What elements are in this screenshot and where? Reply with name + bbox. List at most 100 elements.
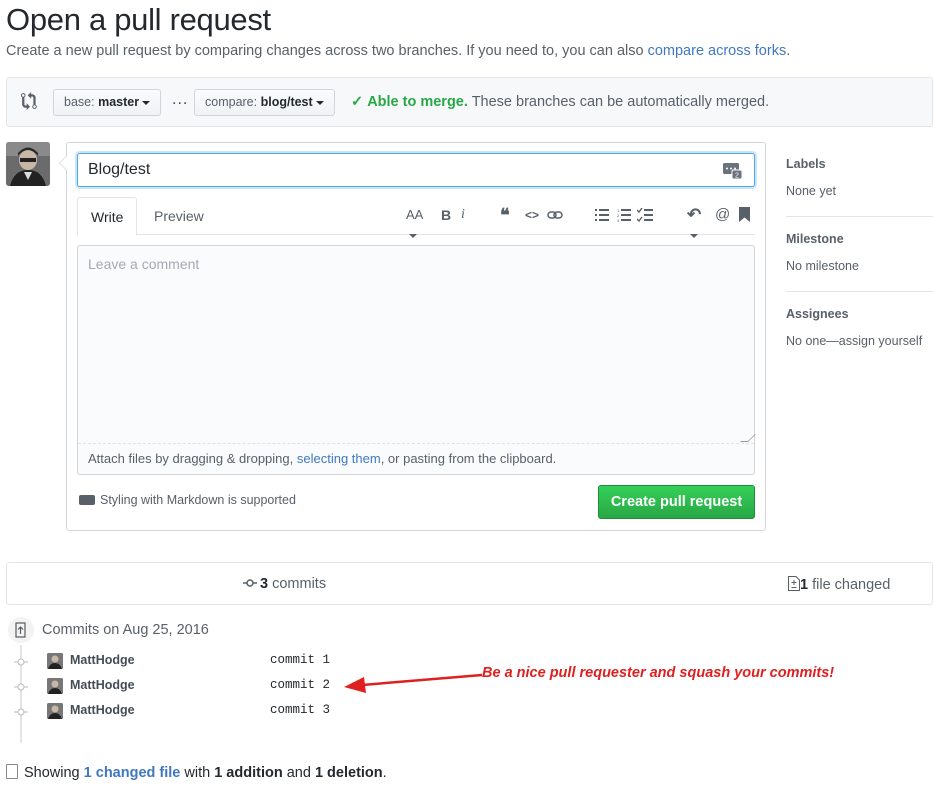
- svg-text:3: 3: [617, 218, 620, 222]
- chevron-down-icon: [409, 233, 417, 238]
- compare-prefix: compare:: [205, 95, 258, 109]
- compare-arrows-icon: [21, 92, 37, 110]
- avatar: [6, 142, 50, 186]
- commits-tab[interactable]: 3 commits: [243, 576, 326, 592]
- chevron-down-icon: [142, 100, 151, 105]
- chevron-down-icon: [315, 100, 324, 105]
- file-diff-icon: [788, 576, 800, 591]
- unordered-list-icon[interactable]: [595, 208, 609, 222]
- sidebar-labels[interactable]: Labels None yet: [786, 142, 933, 217]
- markdown-icon: [79, 494, 95, 505]
- additions-count: 1 addition: [214, 765, 283, 781]
- check-icon: ✓: [351, 94, 364, 110]
- attach-prefix: Attach files by dragging & dropping,: [88, 451, 294, 466]
- quote-icon[interactable]: ❝: [500, 205, 510, 225]
- base-branch-select[interactable]: base: master: [53, 89, 162, 116]
- merge-status-ok: Able to merge.: [367, 94, 468, 110]
- commit-author[interactable]: MattHodge: [70, 653, 135, 667]
- sidebar-milestone[interactable]: Milestone No milestone: [786, 217, 933, 292]
- comment-textarea[interactable]: [78, 246, 754, 443]
- code-icon[interactable]: <>: [525, 205, 539, 225]
- files-changed-tab[interactable]: 1 file changed: [788, 576, 890, 593]
- files-count: 1: [800, 577, 809, 593]
- bold-icon[interactable]: B: [441, 205, 451, 225]
- markdown-note-text: Styling with Markdown is supported: [100, 493, 296, 507]
- file-drop-zone[interactable]: Attach files by dragging & dropping, sel…: [78, 443, 754, 474]
- avatar: [47, 703, 63, 719]
- commit-icon: [243, 579, 257, 587]
- compare-across-forks-link[interactable]: compare across forks: [648, 43, 787, 59]
- base-branch-name: master: [98, 95, 140, 109]
- mention-icon[interactable]: @: [715, 205, 730, 225]
- text-size-icon[interactable]: AA: [406, 205, 423, 245]
- italic-icon[interactable]: i: [461, 205, 465, 225]
- subtitle-end: .: [786, 43, 791, 59]
- comment-box: Attach files by dragging & dropping, sel…: [77, 245, 756, 475]
- svg-text:2: 2: [735, 173, 739, 180]
- annotation-text: Be a nice pull requester and squash your…: [482, 665, 835, 681]
- subtitle-text: Create a new pull request by comparing c…: [6, 43, 644, 59]
- range-dots: ...: [172, 91, 189, 108]
- tab-preview[interactable]: Preview: [141, 197, 217, 235]
- commit-row[interactable]: MattHodge commit 3: [14, 702, 354, 722]
- bookmark-icon[interactable]: [739, 207, 750, 222]
- showing-prefix: Showing: [24, 765, 80, 781]
- milestone-value: No milestone: [786, 259, 859, 273]
- commit-icon: [14, 658, 28, 666]
- annotation-arrow-icon: [344, 673, 483, 693]
- reply-icon[interactable]: ↶: [687, 205, 701, 245]
- user-photo-icon: [47, 653, 63, 669]
- commit-message[interactable]: commit 3: [270, 703, 330, 717]
- user-photo-icon: [47, 703, 63, 719]
- select-files-link[interactable]: selecting them: [297, 451, 381, 466]
- commits-group-icon: [8, 617, 34, 643]
- showing-and: and: [286, 765, 311, 781]
- commit-icon: [14, 683, 28, 691]
- ordered-list-icon[interactable]: 1 2 3: [617, 208, 631, 222]
- commits-date: Commits on Aug 25, 2016: [42, 622, 209, 638]
- assignees-heading: Assignees: [786, 307, 849, 321]
- pull-request-form: 2 Write Preview AA B i ❝ <> 1 2 3: [59, 142, 766, 531]
- avatar: [47, 653, 63, 669]
- commit-message[interactable]: commit 1: [270, 653, 330, 667]
- page-subtitle: Create a new pull request by comparing c…: [6, 43, 790, 59]
- commits-count: 3: [260, 576, 269, 592]
- compare-branch-name: blog/test: [260, 95, 313, 109]
- base-prefix: base:: [64, 95, 95, 109]
- page-title: Open a pull request: [6, 2, 271, 37]
- assignees-value: No one—assign yourself: [786, 334, 923, 348]
- avatar: [47, 678, 63, 694]
- attach-suffix: , or pasting from the clipboard.: [380, 451, 557, 466]
- diff-summary: Showing 1 changed file with 1 addition a…: [6, 764, 387, 781]
- markdown-note[interactable]: Styling with Markdown is supported: [79, 493, 296, 507]
- reply-glyph: ↶: [687, 205, 702, 224]
- merge-status-detail: These branches can be automatically merg…: [471, 94, 770, 110]
- file-icon: [6, 764, 18, 779]
- labels-heading: Labels: [786, 157, 826, 171]
- text-size-glyph: AA: [406, 207, 424, 222]
- commit-message[interactable]: commit 2: [270, 678, 330, 692]
- chevron-down-icon: [690, 233, 698, 238]
- deletions-count: 1 deletion: [314, 765, 383, 781]
- branch-range-bar: base: master ... compare: blog/test ✓ Ab…: [6, 77, 933, 127]
- create-pull-request-button[interactable]: Create pull request: [598, 485, 755, 519]
- showing-mid: with: [184, 765, 211, 781]
- milestone-heading: Milestone: [786, 232, 844, 246]
- link-icon[interactable]: [547, 208, 563, 222]
- commit-author[interactable]: MattHodge: [70, 678, 135, 692]
- sidebar-assignees[interactable]: Assignees No one—assign yourself: [786, 292, 933, 367]
- user-photo-icon: [6, 142, 50, 186]
- saved-replies-icon: 2: [723, 163, 743, 180]
- showing-end: .: [382, 765, 387, 781]
- changed-files-link[interactable]: 1 changed file: [84, 765, 181, 781]
- tab-write[interactable]: Write: [77, 197, 138, 236]
- commit-author[interactable]: MattHodge: [70, 703, 135, 717]
- commit-row[interactable]: MattHodge commit 1: [14, 652, 354, 672]
- pr-title-input[interactable]: [77, 153, 755, 187]
- commit-row[interactable]: MattHodge commit 2: [14, 677, 354, 697]
- files-label: file changed: [812, 577, 891, 593]
- user-photo-icon: [47, 678, 63, 694]
- compare-branch-select[interactable]: compare: blog/test: [194, 89, 335, 116]
- commit-icon: [14, 708, 28, 716]
- task-list-icon[interactable]: [637, 208, 653, 222]
